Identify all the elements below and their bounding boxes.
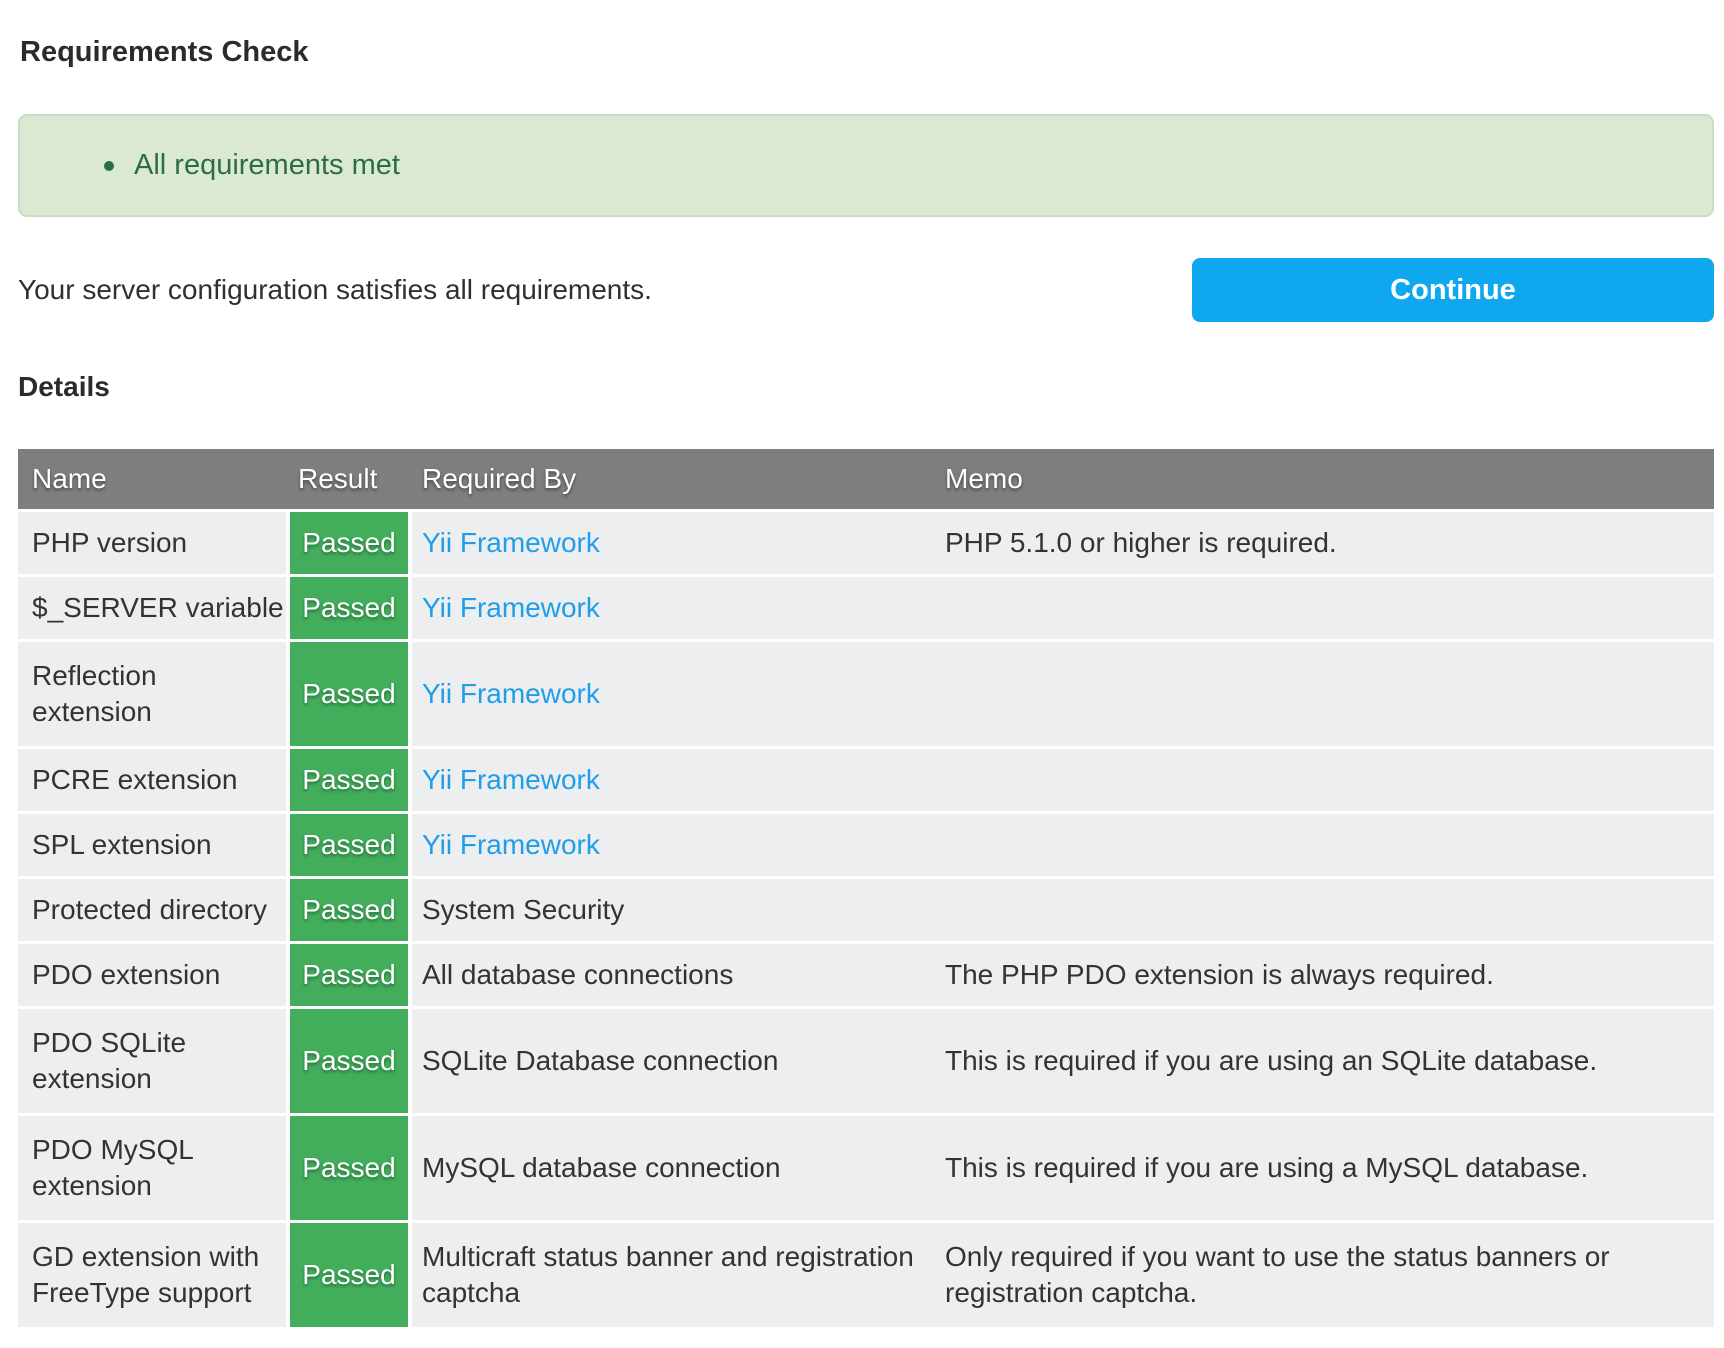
- required-by-cell: SQLite Database connection: [412, 1009, 933, 1113]
- table-row: Reflection extensionPassed Yii Framework: [18, 642, 1714, 746]
- memo-cell: [933, 642, 1714, 746]
- required-by-cell: All database connections: [412, 944, 933, 1006]
- required-by-link[interactable]: Yii Framework: [422, 676, 600, 712]
- table-row: GD extension with FreeType supportPassed…: [18, 1223, 1714, 1327]
- column-header-required-by: Required By: [412, 449, 933, 509]
- required-by-link[interactable]: Yii Framework: [422, 525, 600, 561]
- requirement-name: PCRE extension: [18, 749, 286, 811]
- requirement-name: PDO SQLite extension: [18, 1009, 286, 1113]
- result-badge: Passed: [286, 944, 412, 1006]
- required-by-cell: Yii Framework: [412, 577, 933, 639]
- bullet-icon: [104, 161, 114, 171]
- table-row: PCRE extensionPassed Yii Framework: [18, 749, 1714, 811]
- requirement-name: GD extension with FreeType support: [18, 1223, 286, 1327]
- result-badge: Passed: [286, 642, 412, 746]
- column-header-memo: Memo: [933, 449, 1714, 509]
- requirement-name: $_SERVER variable: [18, 577, 286, 639]
- required-by-cell: Yii Framework: [412, 512, 933, 574]
- requirement-name: PDO MySQL extension: [18, 1116, 286, 1220]
- summary-text: Your server configuration satisfies all …: [18, 274, 1192, 306]
- required-by-cell: Multicraft status banner and registratio…: [412, 1223, 933, 1327]
- memo-cell: [933, 879, 1714, 941]
- memo-cell: This is required if you are using a MySQ…: [933, 1116, 1714, 1220]
- requirements-table: Name Result Required By Memo PHP version…: [18, 449, 1714, 1327]
- table-row: PDO extensionPassedAll database connecti…: [18, 944, 1714, 1006]
- column-header-result: Result: [286, 449, 412, 509]
- required-by-link[interactable]: Yii Framework: [422, 762, 600, 798]
- memo-cell: The PHP PDO extension is always required…: [933, 944, 1714, 1006]
- table-header-row: Name Result Required By Memo: [18, 449, 1714, 509]
- table-row: PHP versionPassed Yii Framework PHP 5.1.0 …: [18, 512, 1714, 574]
- requirement-name: SPL extension: [18, 814, 286, 876]
- page-container: Requirements Check All requirements met …: [18, 36, 1714, 1327]
- memo-cell: This is required if you are using an SQL…: [933, 1009, 1714, 1113]
- result-badge: Passed: [286, 512, 412, 574]
- result-badge: Passed: [286, 814, 412, 876]
- table-row: PDO MySQL extensionPassedMySQL database …: [18, 1116, 1714, 1220]
- table-row: SPL extensionPassed Yii Framework: [18, 814, 1714, 876]
- requirement-name: Reflection extension: [18, 642, 286, 746]
- required-by-link[interactable]: Yii Framework: [422, 590, 600, 626]
- action-row: Your server configuration satisfies all …: [18, 258, 1714, 322]
- continue-button[interactable]: Continue: [1192, 258, 1714, 322]
- required-by-link[interactable]: Yii Framework: [422, 827, 600, 863]
- required-by-cell: Yii Framework: [412, 749, 933, 811]
- alert-message: All requirements met: [134, 149, 400, 182]
- result-badge: Passed: [286, 879, 412, 941]
- table-row: $_SERVER variablePassed Yii Framework: [18, 577, 1714, 639]
- table-row: PDO SQLite extensionPassedSQLite Databas…: [18, 1009, 1714, 1113]
- memo-cell: [933, 749, 1714, 811]
- memo-cell: Only required if you want to use the sta…: [933, 1223, 1714, 1327]
- requirement-name: PHP version: [18, 512, 286, 574]
- memo-cell: [933, 814, 1714, 876]
- details-heading: Details: [18, 372, 1714, 402]
- result-badge: Passed: [286, 577, 412, 639]
- memo-cell: PHP 5.1.0 or higher is required.: [933, 512, 1714, 574]
- requirement-name: PDO extension: [18, 944, 286, 1006]
- result-badge: Passed: [286, 1223, 412, 1327]
- column-header-name: Name: [18, 449, 286, 509]
- result-badge: Passed: [286, 1116, 412, 1220]
- success-alert: All requirements met: [18, 114, 1714, 217]
- table-body: PHP versionPassedYii FrameworkPHP 5.1.0 …: [18, 512, 1714, 1327]
- required-by-cell: Yii Framework: [412, 642, 933, 746]
- table-row: Protected directoryPassedSystem Security: [18, 879, 1714, 941]
- required-by-cell: System Security: [412, 879, 933, 941]
- result-badge: Passed: [286, 1009, 412, 1113]
- requirement-name: Protected directory: [18, 879, 286, 941]
- page-title: Requirements Check: [20, 36, 1714, 68]
- required-by-cell: MySQL database connection: [412, 1116, 933, 1220]
- result-badge: Passed: [286, 749, 412, 811]
- memo-cell: [933, 577, 1714, 639]
- required-by-cell: Yii Framework: [412, 814, 933, 876]
